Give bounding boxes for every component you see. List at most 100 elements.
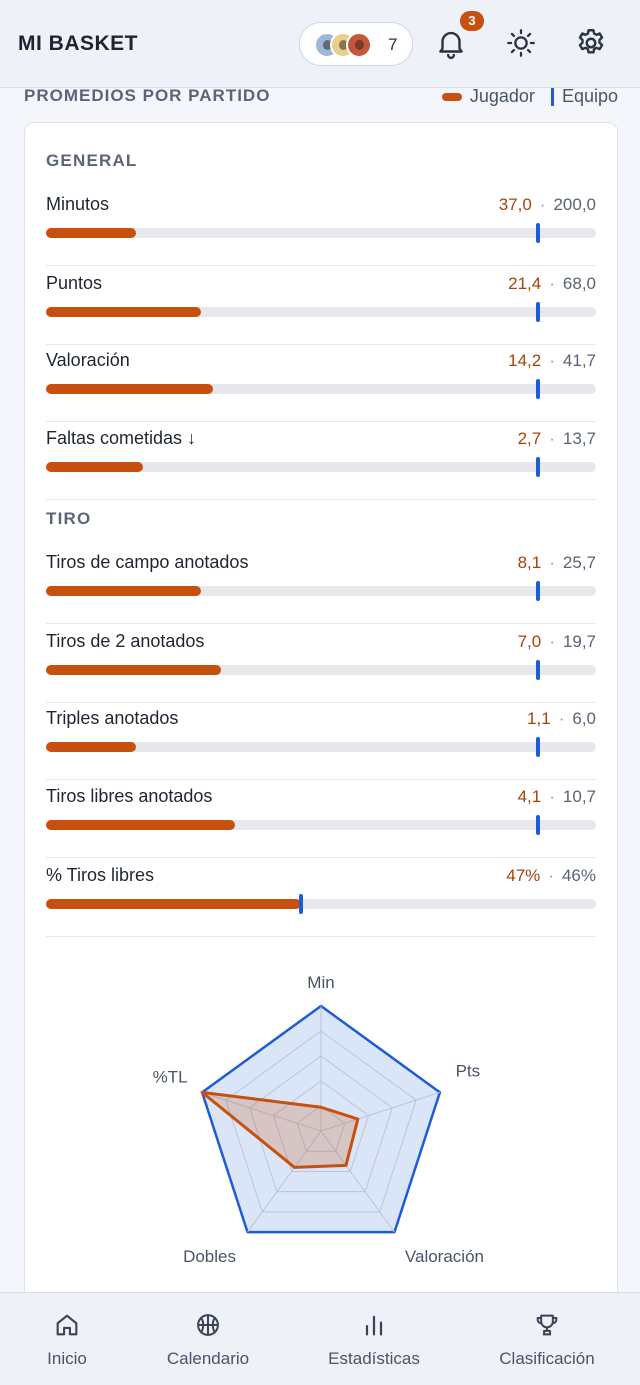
stat-name: Minutos xyxy=(46,194,110,214)
nav-item-clasificacion[interactable]: Clasificación xyxy=(467,1293,627,1385)
player-bar-fill xyxy=(46,820,235,830)
team-marker xyxy=(536,457,540,477)
team-marker xyxy=(536,302,540,322)
home-icon xyxy=(56,1314,78,1336)
group-label-general: GENERAL xyxy=(46,151,138,170)
stat-name: Tiros de campo anotados xyxy=(46,552,249,572)
basketball-icon xyxy=(197,1314,219,1336)
stat-bar-track xyxy=(46,379,596,399)
stat-row-tiros-campo: Tiros de campo anotados 8,1 · 25,7 xyxy=(46,546,596,624)
team-value: 13,7 xyxy=(562,429,596,448)
radar-axis-label: Min xyxy=(307,973,334,992)
stat-values: 47% · 46% xyxy=(506,866,596,885)
stat-values: 21,4 · 68,0 xyxy=(508,274,596,293)
avatar xyxy=(346,32,372,58)
player-value: 8,1 xyxy=(517,553,542,572)
player-bar-fill xyxy=(46,384,213,394)
team-value: 10,7 xyxy=(562,787,596,806)
team-marker xyxy=(536,737,540,757)
nav-label: Inicio xyxy=(47,1349,87,1368)
trophy-icon xyxy=(536,1314,558,1336)
app-title: MI BASKET xyxy=(18,31,138,55)
stat-bar-track xyxy=(46,302,596,322)
stat-values: 8,1 · 25,7 xyxy=(517,553,596,572)
stat-bar-track xyxy=(46,894,596,914)
radar-chart: Min Pts Valoración Dobles %TL xyxy=(25,959,619,1309)
player-value: 2,7 xyxy=(517,429,542,448)
notifications-bell-icon[interactable] xyxy=(434,26,468,60)
stat-values: 1,1 · 6,0 xyxy=(527,709,596,728)
stat-row-tiros-libres: Tiros libres anotados 4,1 · 10,7 xyxy=(46,780,596,858)
team-value: 25,7 xyxy=(562,553,596,572)
player-value: 7,0 xyxy=(517,632,542,651)
player-value: 37,0 xyxy=(498,195,532,214)
team-member-count: 7 xyxy=(388,35,398,54)
radar-axis-label: Valoración xyxy=(405,1247,484,1266)
team-value: 68,0 xyxy=(562,274,596,293)
chart-legend: Jugador Equipo xyxy=(441,86,618,107)
bar-chart-icon xyxy=(365,1315,383,1336)
bottom-navigation: Inicio Calendario Estadísticas Clasifica… xyxy=(0,1292,640,1385)
player-bar-fill xyxy=(46,228,136,238)
team-marker xyxy=(536,581,540,601)
nav-item-calendario[interactable]: Calendario xyxy=(128,1293,288,1385)
group-label-tiro: TIRO xyxy=(46,509,92,528)
player-value: 14,2 xyxy=(508,351,542,370)
stat-bar-track xyxy=(46,660,596,680)
section-title: PROMEDIOS POR PARTIDO xyxy=(24,86,271,105)
team-value: 19,7 xyxy=(562,632,596,651)
team-value: 6,0 xyxy=(572,709,596,728)
team-marker xyxy=(536,379,540,399)
player-value: 21,4 xyxy=(508,274,542,293)
legend-player-label: Jugador xyxy=(469,86,535,106)
player-value: 47% xyxy=(506,866,541,885)
section-header: PROMEDIOS POR PARTIDO Jugador Equipo xyxy=(24,84,618,114)
stat-row-minutos: Minutos 37,0 · 200,0 xyxy=(46,188,596,266)
player-bar-fill xyxy=(46,742,136,752)
team-marker xyxy=(536,223,540,243)
player-value: 4,1 xyxy=(517,787,542,806)
team-members-pill[interactable]: 7 xyxy=(299,22,413,66)
team-marker xyxy=(536,660,540,680)
player-bar-fill xyxy=(46,586,201,596)
stat-name: Faltas cometidas ↓ xyxy=(46,428,197,448)
stat-bar-track xyxy=(46,457,596,477)
team-value: 41,7 xyxy=(562,351,596,370)
stat-row-triples: Triples anotados 1,1 · 6,0 xyxy=(46,702,596,780)
stat-values: 4,1 · 10,7 xyxy=(517,787,596,806)
stat-name: Puntos xyxy=(46,273,103,293)
stat-row-valoracion: Valoración 14,2 · 41,7 xyxy=(46,344,596,422)
nav-item-estadisticas[interactable]: Estadísticas xyxy=(294,1293,454,1385)
stat-name: Tiros libres anotados xyxy=(46,786,213,806)
stat-values: 2,7 · 13,7 xyxy=(517,429,596,448)
radar-axis-label: %TL xyxy=(153,1067,188,1086)
stat-row-faltas: Faltas cometidas ↓ 2,7 · 13,7 xyxy=(46,422,596,500)
player-bar-fill xyxy=(46,899,301,909)
stat-name: Tiros de 2 anotados xyxy=(46,631,205,651)
nav-item-inicio[interactable]: Inicio xyxy=(0,1293,147,1385)
player-bar-fill xyxy=(46,462,143,472)
stat-values: 37,0 · 200,0 xyxy=(498,195,596,214)
stat-values: 14,2 · 41,7 xyxy=(508,351,596,370)
team-marker xyxy=(536,815,540,835)
notification-count-badge: 3 xyxy=(460,11,484,31)
theme-toggle-sun-icon[interactable] xyxy=(504,26,538,60)
stat-bar-track xyxy=(46,223,596,243)
stat-name: Triples anotados xyxy=(46,708,179,728)
radar-axis-label: Dobles xyxy=(183,1247,236,1266)
nav-label: Calendario xyxy=(166,1349,250,1368)
team-value: 200,0 xyxy=(553,195,596,214)
legend-team-label: Equipo xyxy=(561,86,618,106)
team-marker xyxy=(299,894,303,914)
stat-bar-track xyxy=(46,581,596,601)
nav-label: Clasificación xyxy=(499,1349,595,1368)
radar-chart-svg: Min Pts Valoración Dobles %TL xyxy=(153,973,484,1266)
stat-row-pct-tiros-libres: % Tiros libres 47% · 46% xyxy=(46,859,596,937)
player-bar-fill xyxy=(46,307,201,317)
stat-values: 7,0 · 19,7 xyxy=(517,632,596,651)
player-bar-fill xyxy=(46,665,221,675)
radar-axis-label: Pts xyxy=(456,1061,481,1080)
stat-name: Valoración xyxy=(46,350,130,370)
settings-gear-icon[interactable] xyxy=(574,26,608,60)
legend-player-swatch xyxy=(441,92,462,101)
